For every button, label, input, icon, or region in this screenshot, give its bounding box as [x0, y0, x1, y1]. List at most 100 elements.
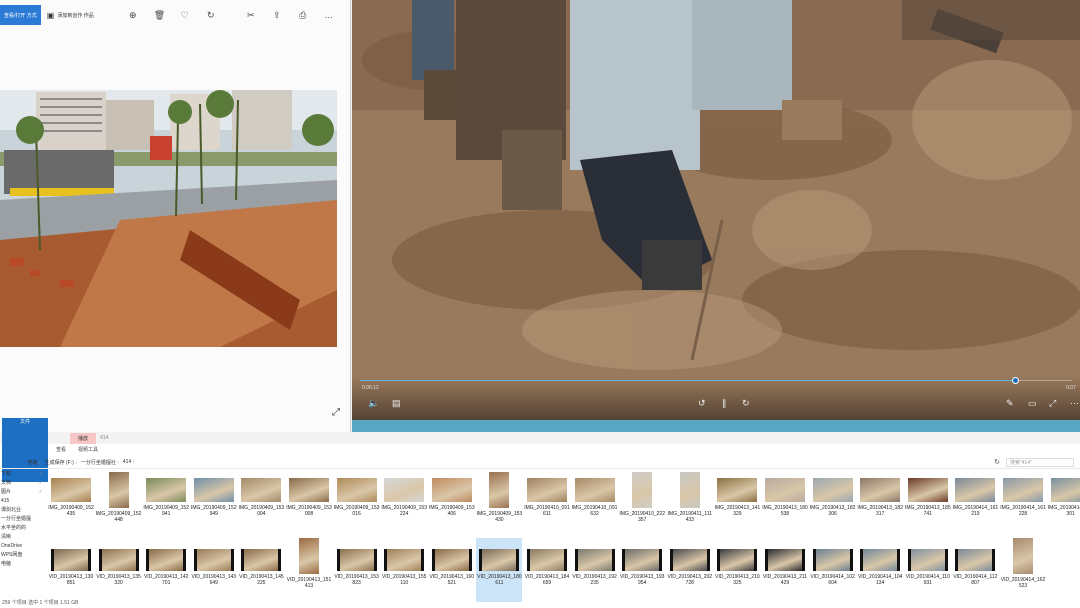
breadcrumb-item[interactable]: 电脑 — [28, 459, 41, 466]
video-thumbnail — [241, 549, 282, 571]
player-controls: 0:06:12 0:07 🔈 ▤ ↺ ∥ ↻ ✎ ▭ ⤢ ⋯ — [352, 376, 1080, 420]
file-item[interactable]: VID_20190413_211429 — [762, 538, 808, 602]
file-item[interactable]: IMG_20190410_091632 — [572, 472, 618, 536]
file-item[interactable]: IMG_20190409_153004 — [238, 472, 284, 536]
search-input[interactable]: 搜索"414" — [1006, 458, 1074, 467]
more-icon[interactable]: … — [324, 10, 334, 20]
file-item[interactable]: VID_20190413_153823 — [334, 538, 380, 602]
nav-item-label: WPS网盘 — [1, 552, 23, 558]
add-to-album-button[interactable]: ▣ 添加到创作 作品 — [47, 11, 94, 20]
rotate-icon[interactable]: ↻ — [206, 10, 216, 20]
zoom-icon[interactable]: ⊕ — [128, 10, 138, 20]
file-item[interactable]: IMG_20190409_153406 — [429, 472, 475, 536]
nav-item[interactable]: 下载 ✓ — [0, 470, 46, 479]
breadcrumb[interactable]: 电脑生成保存 (F:) 一分行坐婚擅社 414 — [28, 459, 139, 466]
file-item[interactable]: IMG_20190411_111433 — [667, 472, 713, 536]
file-item[interactable]: IMG_20190414_161219 — [952, 472, 998, 536]
file-item[interactable]: IMG_20190409_153430 — [476, 472, 522, 536]
nav-item[interactable]: 谭剑北业 — [0, 506, 46, 515]
file-item[interactable]: VID_20190413_210325 — [714, 538, 760, 602]
file-item[interactable]: IMG_20190409_153016 — [334, 472, 380, 536]
nav-item[interactable]: 清晰 — [0, 533, 46, 542]
file-item[interactable]: IMG_20190409_152448 — [96, 472, 142, 536]
up-icon[interactable]: ↑ — [19, 459, 22, 465]
play-context-tab[interactable]: 播放 — [70, 432, 97, 444]
forward-icon[interactable]: → — [11, 459, 16, 465]
seek-thumb[interactable] — [1012, 377, 1020, 384]
add-to-album-label: 添加到创作 作品 — [57, 12, 94, 19]
file-item[interactable]: VID_20190413_155110 — [381, 538, 427, 602]
print-icon[interactable]: ⎙ — [298, 10, 308, 20]
file-item[interactable]: IMG_20190409_153224 — [381, 472, 427, 536]
file-item[interactable]: VID_20190414_110931 — [905, 538, 951, 602]
file-item[interactable]: VID_20190414_102604 — [810, 538, 856, 602]
file-name: VID_20190413_135320 — [96, 574, 141, 586]
file-item[interactable]: IMG_20190409_152435 — [48, 472, 94, 536]
back-icon[interactable]: ← — [3, 459, 8, 465]
video-thumbnail — [574, 549, 615, 571]
favorite-icon[interactable]: ♡ — [180, 10, 190, 20]
pause-icon[interactable]: ∥ — [722, 398, 727, 408]
nav-item[interactable]: 电脑 — [0, 560, 46, 569]
file-item[interactable]: IMG_20190410_091611 — [524, 472, 570, 536]
nav-item[interactable]: 一分行坐婚擅 — [0, 515, 46, 524]
file-item[interactable]: VID_20190413_151413 — [286, 538, 332, 602]
nav-item[interactable]: 图片 ✓ — [0, 488, 46, 497]
edit-icon[interactable]: ✂ — [246, 10, 256, 20]
photo-view[interactable] — [0, 90, 337, 347]
ribbon-tab[interactable]: 查看 — [56, 446, 66, 453]
video-player[interactable]: 0:06:12 0:07 🔈 ▤ ↺ ∥ ↻ ✎ ▭ ⤢ ⋯ — [352, 0, 1080, 420]
file-item[interactable]: IMG_20190413_182306 — [810, 472, 856, 536]
file-item[interactable]: VID_20190414_162523 — [1000, 538, 1046, 602]
file-name: VID_20190413_211429 — [762, 574, 808, 586]
file-item[interactable]: IMG_20190413_141329 — [714, 472, 760, 536]
nav-item[interactable]: WPS网盘 — [0, 551, 46, 560]
file-item[interactable]: IMG_20190413_180538 — [762, 472, 808, 536]
file-item[interactable]: VID_20190413_135320 — [96, 538, 142, 602]
file-item[interactable]: VID_20190413_180611 — [476, 538, 523, 602]
ribbon-tab[interactable]: 视频工具 — [78, 446, 98, 453]
forward-30-icon[interactable]: ↻ — [742, 398, 750, 408]
file-name: IMG_20190413_141329 — [714, 505, 761, 517]
nav-item[interactable]: 415 — [0, 497, 46, 506]
file-item[interactable]: VID_20190413_130851 — [48, 538, 94, 602]
file-item[interactable]: IMG_20190414_161301 — [1048, 472, 1080, 536]
subtitles-icon[interactable]: ▤ — [392, 398, 401, 408]
file-item[interactable]: VID_20190413_193954 — [619, 538, 665, 602]
delete-icon[interactable]: 🗑 — [154, 10, 165, 20]
file-item[interactable]: IMG_20190413_182317 — [857, 472, 903, 536]
file-item[interactable]: VID_20190414_104134 — [857, 538, 903, 602]
file-item[interactable]: IMG_20190409_152941 — [143, 472, 189, 536]
mini-view-icon[interactable]: ▭ — [1028, 398, 1037, 408]
breadcrumb-item[interactable]: 414 — [123, 459, 134, 466]
file-item[interactable]: VID_20190413_160521 — [429, 538, 475, 602]
file-item[interactable]: IMG_20190414_161228 — [1000, 472, 1046, 536]
file-item[interactable]: VID_20190413_202728 — [667, 538, 713, 602]
nav-item[interactable]: 文档 ✓ — [0, 479, 46, 488]
more-options-icon[interactable]: ⋯ — [1070, 398, 1079, 408]
volume-icon[interactable]: 🔈 — [368, 398, 379, 408]
refresh-icon[interactable]: ↻ — [994, 458, 1000, 466]
open-with-button[interactable]: 查看/打开 方式 — [0, 5, 41, 25]
file-item[interactable]: VID_20190413_142701 — [143, 538, 189, 602]
breadcrumb-item[interactable]: 一分行坐婚擅社 — [81, 459, 119, 466]
nav-item[interactable]: 水平坐的的 — [0, 524, 46, 533]
file-item[interactable]: VID_20190414_112807 — [952, 538, 998, 602]
video-thumbnail — [669, 549, 710, 571]
file-item[interactable]: VID_20190413_184659 — [524, 538, 570, 602]
file-item[interactable]: IMG_20190413_185741 — [905, 472, 951, 536]
file-item[interactable]: VID_20190413_192235 — [572, 538, 618, 602]
rewind-10-icon[interactable]: ↺ — [698, 398, 706, 408]
file-item[interactable]: IMG_20190410_222357 — [619, 472, 665, 536]
file-item[interactable]: VID_20190413_145225 — [238, 538, 284, 602]
file-item[interactable]: IMG_20190409_152949 — [191, 472, 237, 536]
nav-item[interactable]: OneDrive — [0, 542, 46, 551]
seek-bar[interactable] — [360, 377, 1072, 384]
breadcrumb-item[interactable]: 生成保存 (F:) — [45, 459, 77, 466]
file-item[interactable]: IMG_20190409_153008 — [286, 472, 332, 536]
fullscreen-icon[interactable]: ⤢ — [1049, 398, 1056, 408]
file-item[interactable]: VID_20190413_143649 — [191, 538, 237, 602]
edit-pen-icon[interactable]: ✎ — [1006, 398, 1014, 408]
share-icon[interactable]: ⇪ — [272, 10, 282, 20]
fullscreen-icon[interactable]: ⤢ — [332, 407, 340, 418]
